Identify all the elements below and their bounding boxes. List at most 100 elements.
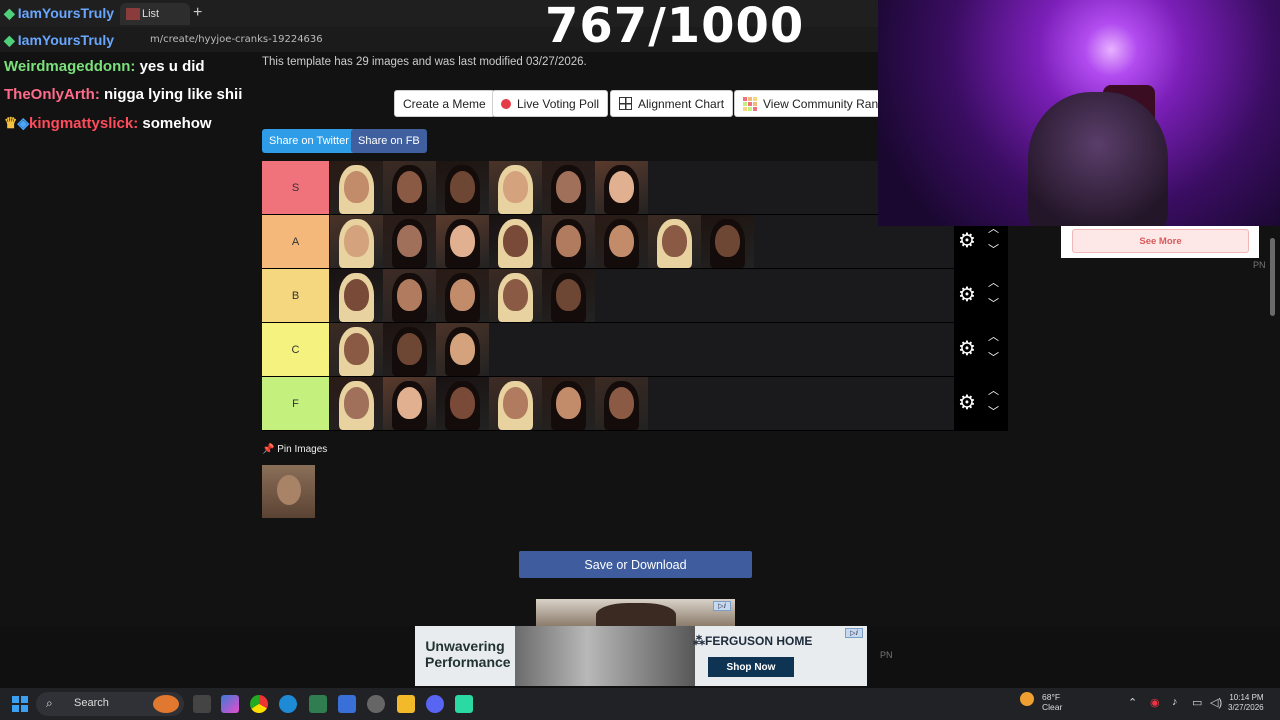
tier-item-image[interactable] (648, 215, 701, 268)
gear-icon[interactable]: ⚙ (958, 285, 978, 305)
tier-item-image[interactable] (595, 377, 648, 430)
new-tab-icon[interactable]: + (193, 4, 202, 22)
tab-favicon (126, 8, 140, 21)
gear-icon[interactable]: ⚙ (958, 339, 978, 359)
app-icon-2[interactable] (455, 695, 473, 713)
chat-overlay: Weirdmageddonn: yes u did TheOnlyArth: n… (4, 58, 256, 142)
clock[interactable]: 10:14 PM 3/27/2026 (1228, 693, 1264, 713)
record-icon (501, 98, 511, 109)
shop-now-button[interactable]: Shop Now (708, 657, 794, 677)
discord-icon[interactable] (426, 695, 444, 713)
tier-items (330, 161, 648, 214)
tier-items (330, 215, 754, 268)
tier-label[interactable]: F (262, 377, 329, 430)
tier-item-image[interactable] (436, 215, 489, 268)
browser-tab[interactable]: List (120, 3, 190, 25)
tier-item-image[interactable] (330, 269, 383, 322)
tier-items (330, 269, 595, 322)
store-icon[interactable] (338, 695, 356, 713)
see-more-button[interactable]: See More (1072, 229, 1249, 253)
tier-item-image[interactable] (330, 215, 383, 268)
save-download-button[interactable]: Save or Download (519, 551, 752, 578)
pin-images-label: 📌 Pin Images (262, 444, 328, 455)
page-scrollbar[interactable] (1268, 226, 1276, 686)
tier-item-image[interactable] (330, 323, 383, 376)
copilot-icon[interactable] (221, 695, 239, 713)
tier-item-image[interactable] (330, 377, 383, 430)
tier-label[interactable]: S (262, 161, 329, 214)
tier-item-image[interactable] (383, 215, 436, 268)
edge-icon[interactable] (279, 695, 297, 713)
tier-item-image[interactable] (436, 269, 489, 322)
weather-widget[interactable]: 68°F Clear (1020, 692, 1062, 712)
pn-label-side: PN (1253, 260, 1266, 270)
chat-username: kingmattyslick: (29, 115, 139, 132)
streamer-overlay-tag: ◆ IamYoursTruly (4, 5, 114, 21)
tray-chevron-icon[interactable]: ⌃ (1128, 696, 1137, 709)
gem-icon: ◆ (4, 32, 15, 48)
tier-item-image[interactable] (542, 161, 595, 214)
alignment-chart-button[interactable]: Alignment Chart (610, 90, 734, 117)
tier-item-image[interactable] (489, 215, 542, 268)
tier-item-image[interactable] (436, 161, 489, 214)
chevron-down-icon[interactable]: ﹀ (988, 245, 999, 256)
chevron-down-icon[interactable]: ﹀ (988, 353, 999, 364)
tier-item-image[interactable] (542, 377, 595, 430)
task-view-icon[interactable] (193, 695, 211, 713)
tier-item-image[interactable] (489, 161, 542, 214)
live-voting-button[interactable]: Live Voting Poll (492, 90, 609, 117)
tier-label[interactable]: C (262, 323, 329, 376)
taskbar: ⌕ Search 68°F Clear ⌃ ◉ ♪ ▭ ◁) 10:14 PM … (0, 688, 1280, 720)
tier-item-image[interactable] (436, 323, 489, 376)
tier-item-image[interactable] (383, 377, 436, 430)
chevron-down-icon[interactable]: ﹀ (988, 299, 999, 310)
tier-item-image[interactable] (595, 161, 648, 214)
ad-choices-icon[interactable]: ▷ⅈ (713, 601, 731, 611)
create-meme-button[interactable]: Create a Meme (394, 90, 495, 117)
mic-icon[interactable]: ♪ (1172, 696, 1178, 708)
chevron-up-icon[interactable]: ︿ (988, 278, 999, 289)
chat-message: ♛◈kingmattyslick: somehow (4, 114, 256, 142)
bottom-ad[interactable]: Unwavering Performance ⁂FERGUSON HOME Sh… (415, 626, 867, 686)
tier-item-image[interactable] (489, 377, 542, 430)
tier-item-image[interactable] (383, 269, 436, 322)
community-rank-button[interactable]: View Community Rank (734, 90, 894, 117)
app-icon[interactable] (309, 695, 327, 713)
tier-item-image[interactable] (489, 269, 542, 322)
share-fb-button[interactable]: Share on FB (351, 129, 427, 153)
taskbar-search[interactable]: ⌕ Search (36, 692, 184, 716)
chevron-up-icon[interactable]: ︿ (988, 386, 999, 397)
tier-item-image[interactable] (330, 161, 383, 214)
chat-message: TheOnlyArth: nigga lying like shii (4, 86, 256, 114)
gear-icon[interactable]: ⚙ (958, 231, 978, 251)
folder-icon[interactable] (397, 695, 415, 713)
url-text: m/create/hyyjoe-cranks-19224636 (150, 34, 323, 45)
windows-start-icon[interactable] (12, 696, 28, 712)
volume-icon[interactable]: ◁) (1210, 696, 1222, 709)
chrome-icon[interactable] (250, 695, 268, 713)
network-icon[interactable]: ▭ (1192, 696, 1202, 709)
chevron-down-icon[interactable]: ﹀ (988, 407, 999, 418)
tier-label[interactable]: B (262, 269, 329, 322)
ad-brand-logo: ⁂FERGUSON HOME (693, 634, 813, 648)
scrollbar-thumb[interactable] (1270, 238, 1275, 316)
settings-icon[interactable] (367, 695, 385, 713)
gear-icon[interactable]: ⚙ (958, 393, 978, 413)
tier-controls: ⚙ ︿ ﹀ (954, 377, 1008, 430)
tier-item-image[interactable] (436, 377, 489, 430)
tray-app-icon[interactable]: ◉ (1150, 696, 1160, 709)
tier-item-image[interactable] (383, 161, 436, 214)
tier-item-image[interactable] (542, 215, 595, 268)
tier-item-image[interactable] (383, 323, 436, 376)
tier-item-image[interactable] (701, 215, 754, 268)
ad-choices-icon[interactable]: ▷ⅈ (845, 628, 863, 638)
ad-banner-small[interactable]: ▷ⅈ (536, 599, 735, 626)
pinned-image[interactable] (262, 465, 315, 518)
share-twitter-button[interactable]: Share on Twitter (262, 129, 356, 153)
chat-text: yes u did (139, 58, 205, 75)
tier-label[interactable]: A (262, 215, 329, 268)
tier-item-image[interactable] (595, 215, 648, 268)
tier-item-image[interactable] (542, 269, 595, 322)
tier-controls: ⚙ ︿ ﹀ (954, 323, 1008, 376)
chevron-up-icon[interactable]: ︿ (988, 332, 999, 343)
